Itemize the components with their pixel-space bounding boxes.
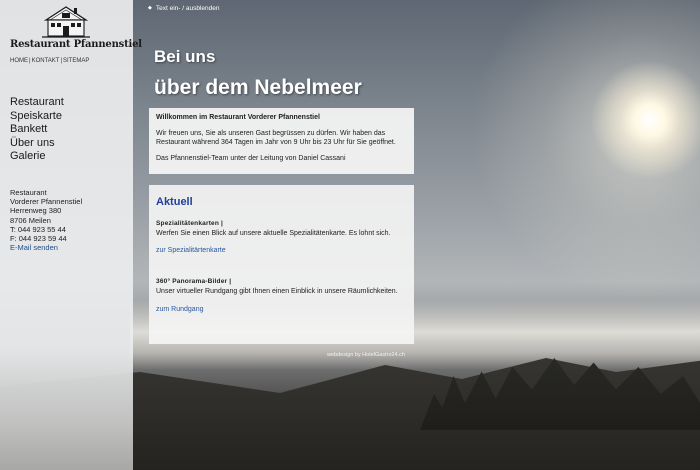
sun — [590, 60, 700, 180]
sitemap-link[interactable]: SITEMAP — [63, 58, 89, 64]
top-links: HOME|KONTAKT|SITEMAP — [10, 58, 90, 64]
phone-number: T: 044 923 55 44 — [10, 224, 66, 234]
nav-restaurant[interactable]: Restaurant — [10, 96, 64, 110]
nav-bankett[interactable]: Bankett — [10, 123, 64, 137]
kontakt-link[interactable]: KONTAKT — [32, 58, 60, 64]
nav-ueber-uns[interactable]: Über uns — [10, 137, 64, 151]
address-line: Vorderer Pfannenstiel — [10, 197, 83, 207]
address-line: Herrenweg 380 — [10, 206, 62, 216]
news-item-text: Unser virtueller Rundgang gibt Ihnen ein… — [156, 288, 398, 295]
restaurant-building-icon — [42, 6, 90, 38]
email-link[interactable]: E-Mail senden — [10, 243, 58, 252]
webdesign-credit[interactable]: webdesign by HotelGastro24.ch — [327, 352, 405, 358]
toggle-label: Text ein- / ausblenden — [155, 5, 220, 12]
news-item-title: Spezialitätenkarten | — [156, 220, 224, 227]
nav-galerie[interactable]: Galerie — [10, 150, 64, 164]
main-nav: Restaurant Speiskarte Bankett Über uns G… — [10, 96, 64, 164]
news-item-text: Werfen Sie einen Blick auf unsere aktuel… — [156, 230, 391, 237]
spezialitaetenkarte-link[interactable]: zur Spezialitärtenkarte — [156, 247, 407, 254]
logo[interactable]: Restaurant Pfannenstiel — [10, 4, 142, 54]
welcome-panel: Willkommen im Restaurant Vorderer Pfanne… — [149, 108, 414, 174]
hero-heading-line2: über dem Nebelmeer — [154, 76, 362, 99]
welcome-signature: Das Pfannenstiel-Team unter der Leitung … — [156, 155, 346, 162]
home-link[interactable]: HOME — [10, 58, 28, 64]
address-line: 8706 Meilen — [10, 215, 51, 225]
rundgang-link[interactable]: zum Rundgang — [156, 306, 407, 313]
news-item: Spezialitätenkarten | Werfen Sie einen B… — [156, 220, 407, 254]
triangle-icon: ◆ — [148, 5, 152, 11]
sidebar: Restaurant Pfannenstiel HOME|KONTAKT|SIT… — [0, 0, 142, 470]
welcome-title: Willkommen im Restaurant Vorderer Pfanne… — [156, 114, 320, 121]
welcome-text: Wir freuen uns, Sie als unseren Gast beg… — [156, 130, 396, 146]
address-line: Restaurant — [10, 188, 47, 197]
logo-text: Restaurant Pfannenstiel — [10, 39, 142, 50]
nav-speiskarte[interactable]: Speiskarte — [10, 110, 64, 124]
address-block: Restaurant Vorderer Pfannenstiel Herrenw… — [10, 188, 82, 252]
fax-number: F: 044 923 59 44 — [10, 234, 67, 244]
aktuell-panel: Aktuell Spezialitätenkarten | Werfen Sie… — [149, 185, 414, 344]
sidebar-tree-silhouette — [0, 350, 133, 470]
hero-heading-line1: Bei uns — [154, 47, 216, 66]
news-item: 360° Panorama-Bilder | Unser virtueller … — [156, 278, 407, 313]
news-item-title: 360° Panorama-Bilder | — [156, 278, 232, 285]
toggle-text-button[interactable]: ◆ Text ein- / ausblenden — [148, 5, 219, 12]
aktuell-heading: Aktuell — [156, 196, 193, 208]
